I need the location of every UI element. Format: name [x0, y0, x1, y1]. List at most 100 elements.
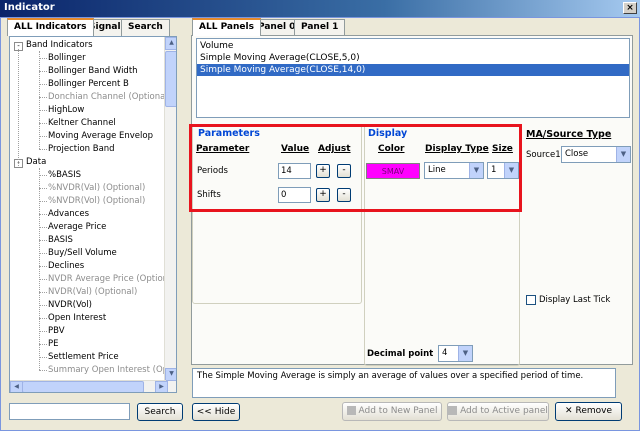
hscroll-thumb[interactable] — [22, 381, 144, 392]
scroll-up-icon[interactable]: ▲ — [165, 37, 176, 50]
tree-item[interactable]: %NVDR(Vol) (Optional) — [48, 195, 145, 208]
ma-source-title: MA/Source Type — [526, 129, 612, 140]
tree-connector — [39, 168, 40, 370]
source1-select[interactable]: Close ▼ — [561, 146, 631, 163]
tab-panel-1[interactable]: Panel 1 — [294, 19, 346, 36]
tree-connector — [39, 175, 47, 176]
tree-connector — [39, 240, 47, 241]
tree-item[interactable]: Open Interest — [48, 312, 106, 325]
tree-item[interactable]: %BASIS — [48, 169, 81, 182]
tree-item[interactable]: Declines — [48, 260, 84, 273]
source1-value: Close — [565, 149, 589, 159]
tree-item[interactable]: Donchian Channel (Optional) — [48, 91, 166, 104]
highlight-annotation-box — [189, 124, 522, 212]
source1-label: Source1 — [526, 150, 561, 160]
tree-connector — [39, 58, 47, 59]
tree-group[interactable]: Band Indicators — [26, 39, 93, 52]
tree-connector — [39, 51, 40, 149]
tree-connector — [39, 279, 47, 280]
tree-item[interactable]: Average Price — [48, 221, 106, 234]
decimal-point-value: 4 — [442, 348, 448, 358]
tab-label: Search — [128, 22, 163, 32]
tree-item[interactable]: %NVDR(Val) (Optional) — [48, 182, 145, 195]
tree-connector — [39, 110, 47, 111]
tab-label: ALL Panels — [199, 22, 254, 32]
tree-group[interactable]: Data — [26, 156, 46, 169]
tab-search[interactable]: Search — [121, 19, 170, 36]
tree-horizontal-scrollbar[interactable]: ◀ ▶ — [10, 380, 168, 392]
list-item[interactable]: Volume — [197, 40, 629, 52]
description-box: The Simple Moving Average is simply an a… — [192, 368, 616, 398]
tree-connector — [39, 344, 47, 345]
tree-connector — [39, 214, 47, 215]
tree-item[interactable]: NVDR(Val) (Optional) — [48, 286, 137, 299]
search-input[interactable] — [9, 403, 130, 420]
add-to-new-panel-button[interactable]: Add to New Panel — [342, 402, 442, 421]
tree-connector — [18, 49, 19, 166]
tab-label: Panel 0 — [258, 22, 296, 32]
tree-item[interactable]: PE — [48, 338, 59, 351]
tree-item[interactable]: NVDR Average Price (Optional) — [48, 273, 166, 286]
tree-item[interactable]: NVDR(Vol) — [48, 299, 92, 312]
close-icon[interactable]: × — [626, 3, 634, 13]
add-to-new-panel-label: Add to New Panel — [358, 406, 438, 416]
tree-vertical-scrollbar[interactable]: ▲ ▼ — [164, 37, 176, 392]
tree-item[interactable]: HighLow — [48, 104, 84, 117]
list-item[interactable]: Simple Moving Average(CLOSE,5,0) — [197, 52, 629, 64]
tab-all-panels[interactable]: ALL Panels — [192, 18, 261, 36]
tree-connector — [39, 188, 47, 189]
tree-item[interactable]: Settlement Price — [48, 351, 119, 364]
tree-item[interactable]: Moving Average Envelop — [48, 130, 153, 143]
tree-connector — [39, 97, 47, 98]
add-panel-icon — [346, 406, 356, 415]
panel-indicator-list[interactable]: Volume Simple Moving Average(CLOSE,5,0) … — [196, 38, 630, 118]
tree-item[interactable]: Summary Open Interest (Optional) — [48, 364, 166, 377]
tree-connector — [39, 357, 47, 358]
tab-label: ALL Indicators — [14, 22, 87, 32]
scroll-thumb[interactable] — [165, 51, 176, 107]
tree-connector — [39, 331, 47, 332]
tree-item[interactable]: Buy/Sell Volume — [48, 247, 117, 260]
remove-button[interactable]: ✕ Remove — [555, 402, 622, 421]
add-to-active-panel-label: Add to Active panel — [460, 406, 548, 416]
tree-item[interactable]: BASIS — [48, 234, 73, 247]
display-last-tick-checkbox[interactable] — [526, 295, 536, 305]
scroll-right-icon[interactable]: ▶ — [155, 381, 168, 392]
tree-item[interactable]: PBV — [48, 325, 65, 338]
tree-connector — [39, 266, 47, 267]
tab-all-indicators[interactable]: ALL Indicators — [7, 18, 94, 36]
indicator-tree: - Band Indicators Bollinger Bollinger Band … — [9, 36, 177, 393]
hide-button[interactable]: << Hide — [192, 403, 240, 421]
window-close-button[interactable]: × — [623, 2, 637, 14]
tree-connector — [39, 292, 47, 293]
tree-item[interactable]: Bollinger — [48, 52, 86, 65]
tree-connector — [39, 305, 47, 306]
tab-label: Signal — [89, 22, 121, 32]
decimal-point-select[interactable]: 4 ▼ — [438, 345, 473, 362]
tree-item[interactable]: Bollinger Band Width — [48, 65, 138, 78]
chevron-down-icon[interactable]: ▼ — [458, 346, 472, 361]
tree-connector — [39, 227, 47, 228]
tree-connector — [39, 201, 47, 202]
window-title: Indicator — [4, 2, 55, 13]
tree-item[interactable]: Projection Band — [48, 143, 115, 156]
chevron-down-icon[interactable]: ▼ — [616, 147, 630, 162]
tree-connector — [39, 84, 47, 85]
tree-item[interactable]: Bollinger Percent B — [48, 78, 129, 91]
tree-item[interactable]: Keltner Channel — [48, 117, 116, 130]
remove-label: Remove — [575, 406, 613, 416]
scroll-down-icon[interactable]: ▼ — [165, 368, 176, 381]
window-title-bar: Indicator — [0, 0, 640, 17]
tree-connector — [39, 123, 47, 124]
tab-label: Panel 1 — [301, 22, 339, 32]
add-to-active-panel-button[interactable]: Add to Active panel — [447, 402, 549, 421]
search-button[interactable]: Search — [137, 403, 183, 421]
tree-connector — [39, 71, 47, 72]
tree-connector — [39, 370, 47, 371]
tree-item[interactable]: Advances — [48, 208, 89, 221]
decimal-point-label: Decimal point — [367, 349, 434, 359]
tree-connector — [39, 253, 47, 254]
list-item-selected[interactable]: Simple Moving Average(CLOSE,14,0) — [197, 64, 629, 76]
display-last-tick-label: Display Last Tick — [539, 295, 611, 305]
tree-connector — [39, 149, 47, 150]
